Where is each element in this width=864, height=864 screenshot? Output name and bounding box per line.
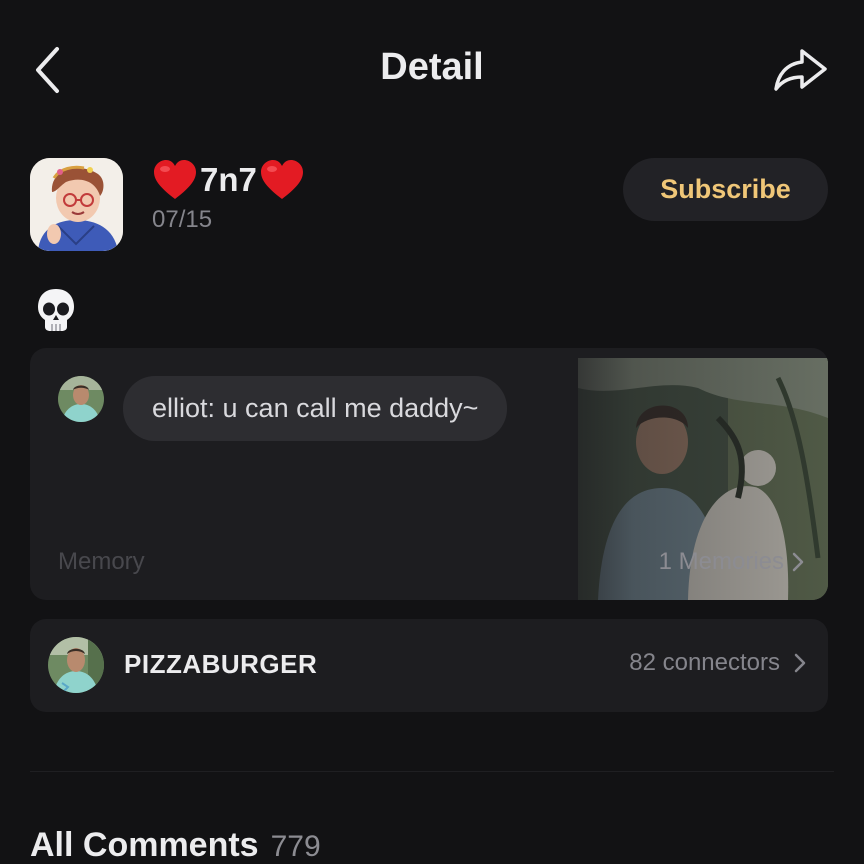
skull-emoji-icon <box>38 289 74 331</box>
red-heart-icon <box>154 160 196 199</box>
cartoon-avatar-image <box>30 158 123 251</box>
memories-count-link[interactable]: 1 Memories <box>659 548 804 576</box>
memory-label: Memory <box>58 548 145 575</box>
comments-title: All Comments <box>30 826 259 864</box>
chevron-right-icon <box>792 552 804 572</box>
character-photo-icon <box>58 376 104 422</box>
author-avatar[interactable] <box>30 158 123 251</box>
character-avatar <box>58 376 104 422</box>
share-button[interactable] <box>768 44 834 96</box>
memory-message-bubble: elliot: u can call me daddy~ <box>123 376 508 441</box>
detail-screen: Detail 7n7 07/15 Subscribe elliot: u can… <box>0 0 864 864</box>
post-date: 07/15 <box>152 206 213 233</box>
memory-card[interactable]: elliot: u can call me daddy~ Memory 1 Me… <box>30 348 828 600</box>
author-name: 7n7 <box>200 161 257 198</box>
comments-count: 779 <box>270 830 321 863</box>
red-heart-icon <box>260 160 303 199</box>
author-name-row[interactable]: 7n7 <box>152 158 305 202</box>
group-name: PIZZABURGER <box>124 649 318 679</box>
group-connectors-link[interactable]: 82 connectors <box>629 649 806 677</box>
header-bar: Detail <box>0 30 864 110</box>
comments-heading: All Comments 779 <box>30 826 321 864</box>
group-photo-icon <box>48 637 104 693</box>
section-divider <box>30 771 834 772</box>
subscribe-button[interactable]: Subscribe <box>623 158 828 221</box>
post-text <box>36 287 76 333</box>
connectors-count: 82 connectors <box>629 649 780 676</box>
memories-count-label: 1 Memories <box>658 548 784 575</box>
page-title: Detail <box>380 46 484 88</box>
group-avatar <box>48 637 104 693</box>
chevron-right-icon <box>794 653 806 673</box>
share-arrow-icon <box>774 49 827 91</box>
group-row[interactable]: PIZZABURGER 82 connectors <box>30 619 828 712</box>
